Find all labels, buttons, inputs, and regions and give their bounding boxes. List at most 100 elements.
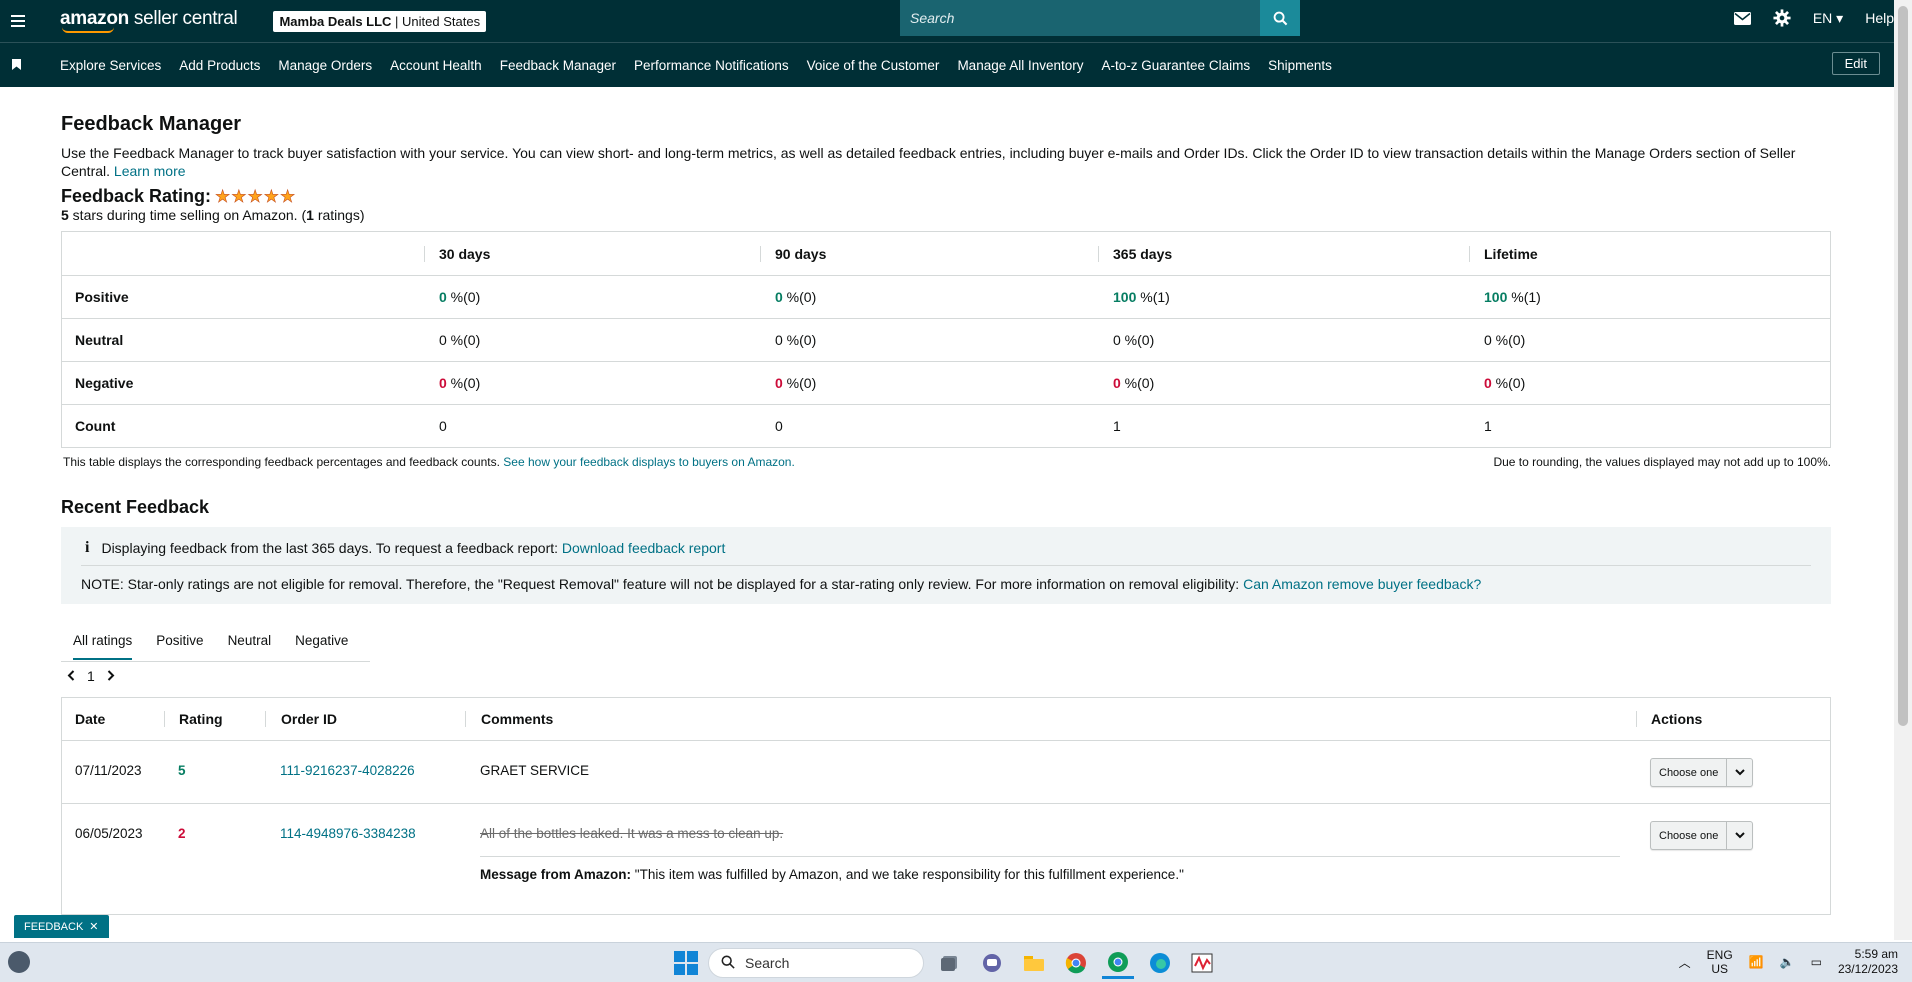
- tab-positive[interactable]: Positive: [144, 620, 215, 662]
- column-comments: Comments: [465, 711, 1636, 727]
- intro-text: Use the Feedback Manager to track buyer …: [61, 145, 1796, 179]
- store-selector[interactable]: Mamba Deals LLC | United States: [273, 10, 487, 32]
- windows-start-icon[interactable]: [674, 951, 698, 975]
- feedback-rating-header: Feedback Rating: ★ ★ ★ ★ ★: [61, 186, 1831, 207]
- recent-feedback-title: Recent Feedback: [61, 497, 210, 517]
- bookmark-icon[interactable]: [12, 58, 28, 73]
- column-date[interactable]: Date: [62, 711, 164, 727]
- clock[interactable]: 5:59 am 23/12/2023: [1838, 947, 1898, 977]
- nav-voice-of-customer[interactable]: Voice of the Customer: [807, 58, 940, 73]
- rating-filter-tabs: All ratings Positive Neutral Negative: [61, 620, 370, 662]
- search-button[interactable]: [1260, 0, 1300, 36]
- table-row-positive: Positive 0 %(0) 0 %(0) 100 %(1) 100 %(1): [62, 275, 1830, 318]
- nav-add-products[interactable]: Add Products: [179, 58, 260, 73]
- volume-icon[interactable]: 🔈: [1780, 955, 1795, 969]
- action-dropdown[interactable]: Choose one: [1650, 821, 1754, 850]
- scrollbar-thumb[interactable]: [1898, 6, 1908, 726]
- table-cell: 100 %(1): [1484, 289, 1541, 305]
- feedback-comment: GRAET SERVICE: [480, 763, 590, 778]
- learn-more-link[interactable]: Learn more: [114, 163, 186, 179]
- tab-neutral[interactable]: Neutral: [216, 620, 284, 662]
- teams-chat-icon[interactable]: [976, 947, 1008, 979]
- pagination: 1: [61, 668, 1831, 684]
- removal-eligibility-link[interactable]: Can Amazon remove buyer feedback?: [1243, 576, 1481, 592]
- file-explorer-icon[interactable]: [1018, 947, 1050, 979]
- table-note: This table displays the corresponding fe…: [63, 455, 500, 469]
- feedback-date: 07/11/2023: [75, 763, 142, 778]
- row-label: Positive: [75, 289, 129, 305]
- seller-central-logo[interactable]: amazon seller central: [60, 8, 238, 33]
- table-cell: 0 %(0): [775, 332, 817, 348]
- table-header-row: Date Rating Order ID Comments Actions: [62, 698, 1830, 741]
- star-icon: ★: [263, 186, 280, 206]
- table-row-count: Count 0 0 1 1: [62, 404, 1830, 447]
- table-cell: 0 %(0): [1484, 332, 1526, 348]
- actions-cell: Choose one: [1636, 758, 1830, 787]
- widgets-icon[interactable]: [8, 951, 30, 973]
- tab-negative[interactable]: Negative: [283, 620, 360, 662]
- nav-explore-services[interactable]: Explore Services: [60, 58, 161, 73]
- chevron-down-icon: ▾: [1836, 9, 1844, 26]
- feedback-date: 06/05/2023: [75, 826, 143, 841]
- chrome-icon[interactable]: [1060, 947, 1092, 979]
- input-language[interactable]: ENG US: [1707, 948, 1733, 976]
- star-icon: ★: [215, 186, 231, 206]
- chevron-right-icon[interactable]: [107, 668, 115, 684]
- system-tray: ︿ ENG US 📶 🔈 ▭ 5:59 am 23/12/2023: [1679, 947, 1898, 977]
- chevron-down-icon[interactable]: [1726, 822, 1752, 849]
- feedback-summary-table: 30 days 90 days 365 days Lifetime Positi…: [61, 231, 1831, 448]
- nav-manage-all-inventory[interactable]: Manage All Inventory: [957, 58, 1083, 73]
- close-icon[interactable]: ✕: [89, 920, 98, 933]
- menu-icon[interactable]: [0, 0, 36, 42]
- nav-performance-notifications[interactable]: Performance Notifications: [634, 58, 789, 73]
- page-number[interactable]: 1: [87, 668, 95, 684]
- chrome-active-icon[interactable]: [1102, 947, 1134, 979]
- order-id-link[interactable]: 114-4948976-3384238: [280, 826, 416, 841]
- nav-a-to-z-claims[interactable]: A-to-z Guarantee Claims: [1102, 58, 1251, 73]
- rating-stars: ★ ★ ★ ★ ★: [215, 186, 296, 206]
- header-30-days: 30 days: [424, 245, 760, 262]
- nav-manage-orders[interactable]: Manage Orders: [278, 58, 372, 73]
- rounding-note: Due to rounding, the values displayed ma…: [1493, 455, 1831, 469]
- language-selector[interactable]: EN ▾: [1813, 10, 1843, 27]
- table-cell: 0 %(0): [439, 332, 481, 348]
- table-cell: 0 %(0): [1113, 375, 1155, 391]
- feedback-rating: 2: [178, 826, 186, 841]
- main-content: Feedback Manager Use the Feedback Manage…: [61, 100, 1831, 915]
- battery-icon[interactable]: ▭: [1811, 955, 1822, 969]
- page-title: Feedback Manager: [61, 113, 242, 135]
- taskbar-search[interactable]: Search: [708, 948, 924, 978]
- tab-all-ratings[interactable]: All ratings: [61, 620, 144, 662]
- column-rating[interactable]: Rating: [164, 711, 265, 727]
- search-input[interactable]: [900, 0, 1260, 36]
- edge-icon[interactable]: [1144, 947, 1176, 979]
- search-icon: [721, 955, 735, 972]
- column-order-id[interactable]: Order ID: [265, 711, 465, 727]
- task-view-icon[interactable]: [934, 947, 966, 979]
- see-feedback-display-link[interactable]: See how your feedback displays to buyers…: [503, 455, 795, 469]
- app-icon[interactable]: [1186, 947, 1218, 979]
- settings-gear-icon[interactable]: [1773, 9, 1791, 27]
- feedback-tab[interactable]: FEEDBACK ✕: [14, 915, 109, 938]
- order-id-link[interactable]: 111-9216237-4028226: [280, 763, 415, 778]
- help-link[interactable]: Help: [1865, 10, 1894, 26]
- feedback-comment-cell: All of the bottles leaked. It was a mess…: [465, 821, 1636, 882]
- struck-feedback-comment: All of the bottles leaked. It was a mess…: [480, 826, 784, 841]
- chevron-left-icon[interactable]: [67, 668, 75, 684]
- nav-shipments[interactable]: Shipments: [1268, 58, 1332, 73]
- wifi-icon[interactable]: 📶: [1749, 955, 1764, 969]
- action-dropdown[interactable]: Choose one: [1650, 758, 1754, 787]
- mail-icon[interactable]: [1733, 11, 1751, 25]
- chevron-up-icon[interactable]: ︿: [1679, 954, 1691, 971]
- edit-nav-button[interactable]: Edit: [1831, 52, 1880, 75]
- row-label: Count: [75, 418, 116, 434]
- nav-account-health[interactable]: Account Health: [390, 58, 482, 73]
- star-icon: ★: [231, 186, 247, 206]
- download-feedback-report-link[interactable]: Download feedback report: [562, 540, 725, 556]
- chevron-down-icon[interactable]: [1726, 759, 1752, 786]
- nav-feedback-manager[interactable]: Feedback Manager: [500, 58, 616, 73]
- page-scrollbar[interactable]: [1894, 0, 1912, 940]
- table-cell: 1: [1113, 418, 1121, 434]
- search-bar: [900, 0, 1300, 36]
- star-icon: ★: [280, 186, 296, 206]
